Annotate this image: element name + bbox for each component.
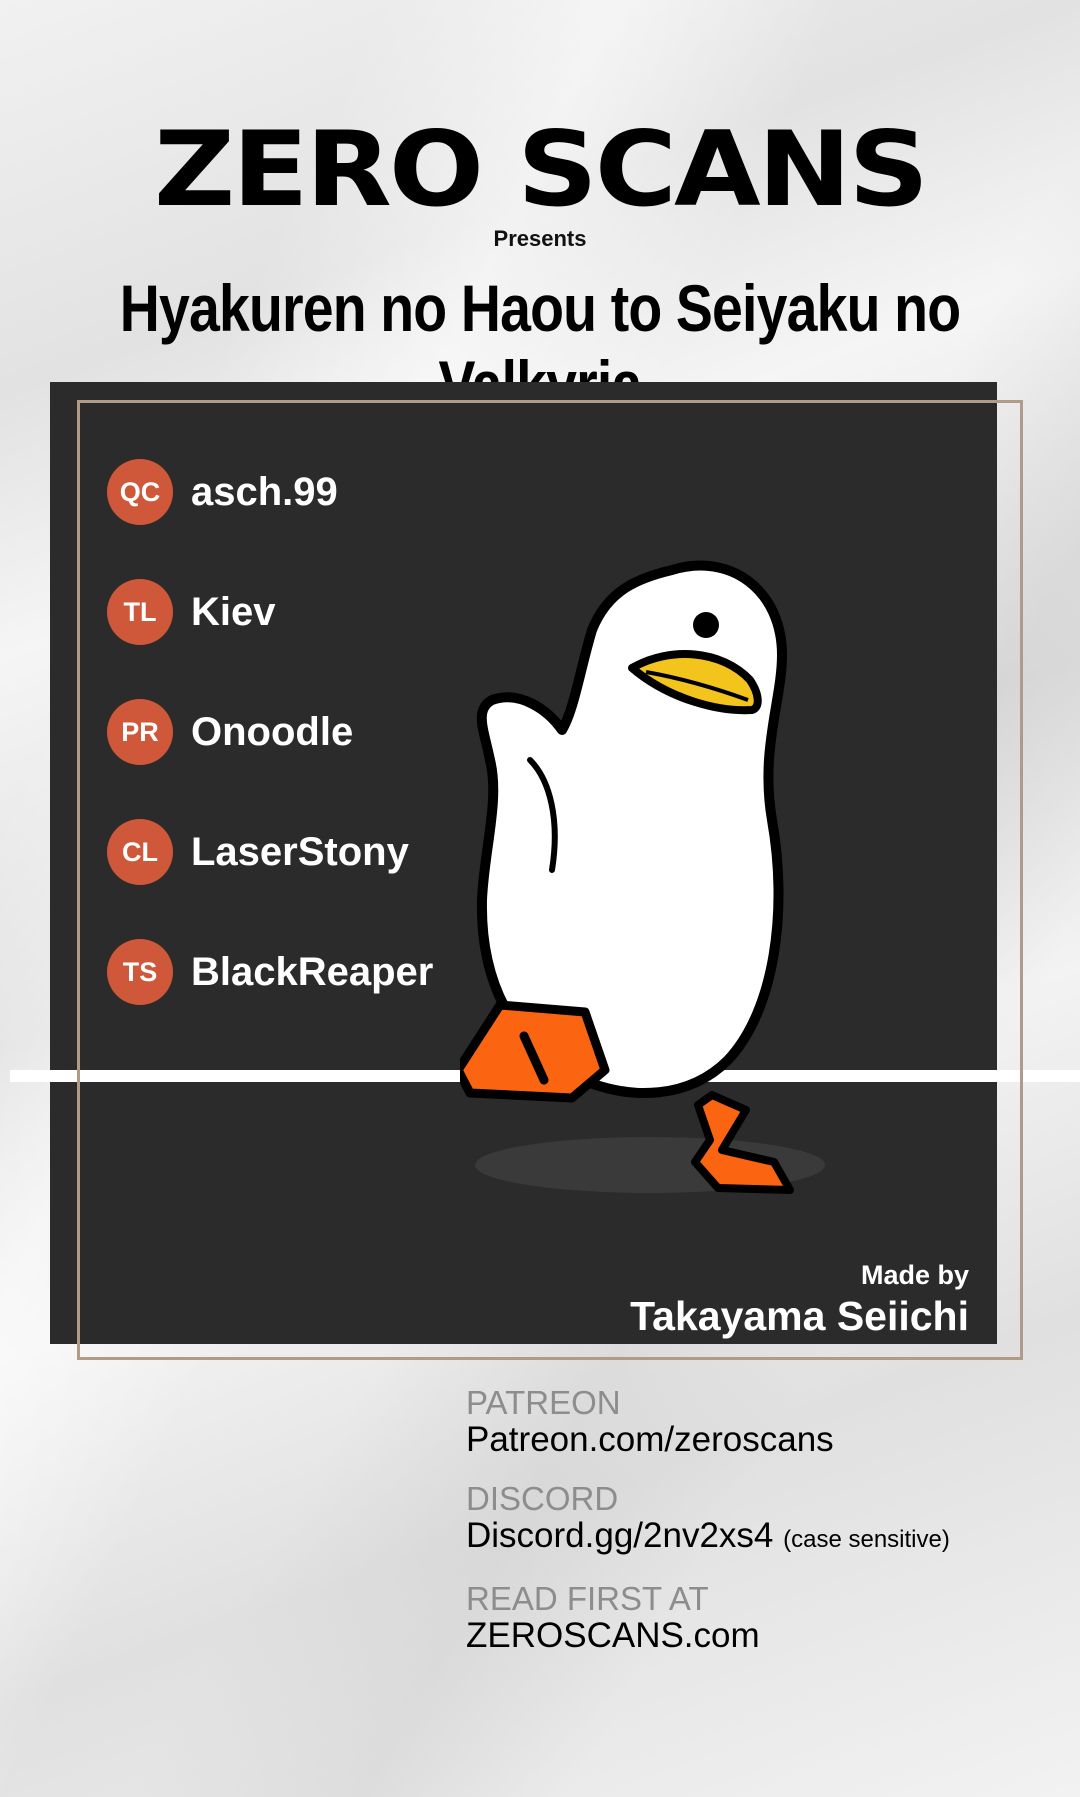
role-badge: QC	[107, 459, 173, 525]
discord-note: (case sensitive)	[783, 1526, 950, 1553]
credit-label: Made by	[860, 1260, 969, 1290]
patreon-block: PATREON Patreon.com/zeroscans	[466, 1385, 950, 1459]
staff-member: CL LaserStony	[107, 819, 433, 885]
staff-name: Onoodle	[191, 709, 354, 754]
staff-name: asch.99	[191, 469, 338, 514]
website-link[interactable]: ZEROSCANS.com	[466, 1617, 950, 1655]
staff-list: QC asch.99 TL Kiev PR Onoodle CL LaserSt…	[107, 459, 433, 1059]
staff-member: QC asch.99	[107, 459, 433, 525]
brand-logo: ZERO SCANS	[153, 110, 929, 230]
staff-member: TL Kiev	[107, 579, 433, 645]
website-block: READ FIRST AT ZEROSCANS.com	[466, 1581, 950, 1655]
patreon-link[interactable]: Patreon.com/zeroscans	[466, 1421, 950, 1459]
links-section: PATREON Patreon.com/zeroscans DISCORD Di…	[466, 1385, 950, 1677]
role-badge: PR	[107, 699, 173, 765]
staff-name: LaserStony	[191, 829, 409, 874]
credit-name: Takayama Seiichi	[630, 1293, 969, 1339]
artist-credit: Made by Takayama Seiichi	[630, 1260, 969, 1340]
presents-label: Presents	[493, 226, 587, 251]
staff-member: PR Onoodle	[107, 699, 433, 765]
role-badge: TL	[107, 579, 173, 645]
role-badge: TS	[107, 939, 173, 1005]
staff-name: BlackReaper	[191, 949, 434, 994]
discord-label: DISCORD	[466, 1480, 619, 1517]
discord-line: Discord.gg/2nv2xs4 (case sensitive)	[466, 1517, 950, 1559]
website-label: READ FIRST AT	[466, 1580, 709, 1617]
patreon-label: PATREON	[466, 1384, 621, 1421]
staff-member: TS BlackReaper	[107, 939, 433, 1005]
discord-link[interactable]: Discord.gg/2nv2xs4	[466, 1516, 773, 1555]
discord-block: DISCORD Discord.gg/2nv2xs4 (case sensiti…	[466, 1481, 950, 1559]
staff-name: Kiev	[191, 589, 276, 634]
role-badge: CL	[107, 819, 173, 885]
